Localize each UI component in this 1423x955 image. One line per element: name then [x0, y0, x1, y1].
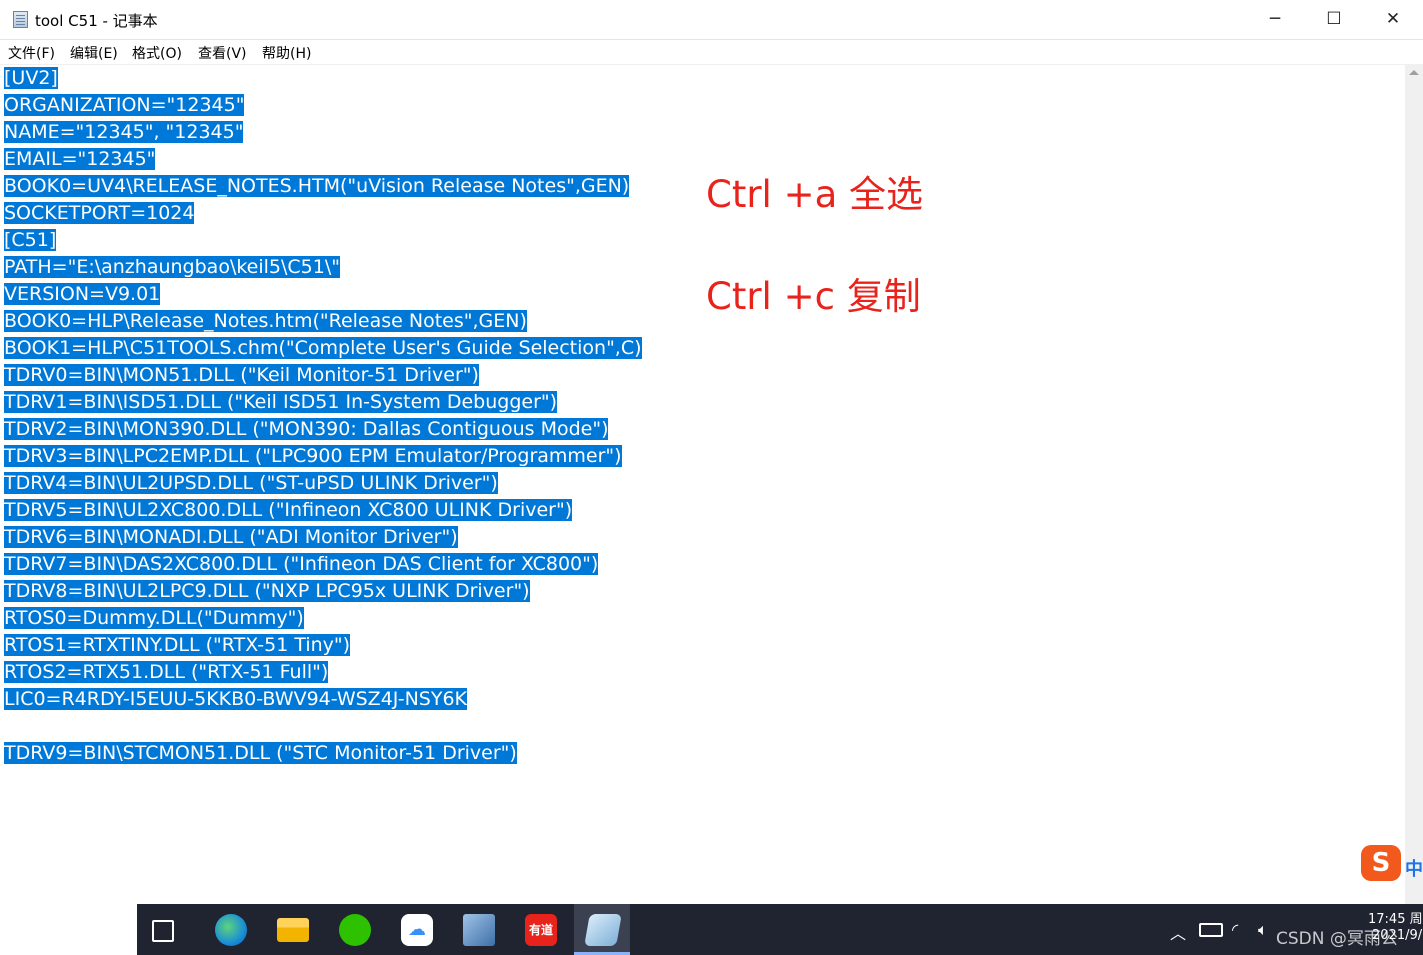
text-line[interactable]: TDRV8=BIN\UL2LPC9.DLL ("NXP LPC95x ULINK… [4, 578, 530, 605]
selected-text[interactable]: TDRV1=BIN\ISD51.DLL ("Keil ISD51 In-Syst… [4, 391, 558, 413]
selected-text[interactable]: ORGANIZATION="12345" [4, 94, 245, 116]
selected-text[interactable]: TDRV6=BIN\MONADI.DLL ("ADI Monitor Drive… [4, 526, 458, 548]
sogou-ime-icon[interactable]: S [1361, 845, 1401, 881]
selected-text[interactable]: RTOS1=RTXTINY.DLL ("RTX-51 Tiny") [4, 634, 351, 656]
menu-file[interactable]: 文件(F) [8, 43, 55, 63]
window-title: tool C51 - 记事本 [35, 12, 158, 30]
text-line[interactable]: PATH="E:\anzhaungbao\keil5\C51\" [4, 254, 340, 281]
menu-help[interactable]: 帮助(H) [262, 43, 311, 63]
menu-view[interactable]: 查看(V) [198, 43, 247, 63]
text-line[interactable]: TDRV6=BIN\MONADI.DLL ("ADI Monitor Drive… [4, 524, 458, 551]
vertical-scrollbar[interactable] [1405, 64, 1423, 904]
text-line[interactable]: BOOK0=UV4\RELEASE_NOTES.HTM("uVision Rel… [4, 173, 630, 200]
selected-text[interactable]: TDRV7=BIN\DAS2XC800.DLL ("Infineon DAS C… [4, 553, 599, 575]
selected-text[interactable]: [UV2] [4, 67, 58, 89]
menu-format[interactable]: 格式(O) [132, 43, 182, 63]
wifi-icon[interactable]: ◜ [1232, 920, 1238, 939]
baidu-netdisk-icon[interactable]: ☁ [401, 914, 433, 946]
text-line[interactable]: BOOK1=HLP\C51TOOLS.chm("Complete User's … [4, 335, 642, 362]
taskbar-search-area [0, 904, 137, 955]
selected-text[interactable]: VERSION=V9.01 [4, 283, 161, 305]
battery-icon[interactable] [1199, 923, 1223, 937]
text-line[interactable]: [C51] [4, 227, 57, 254]
selected-text[interactable]: TDRV9=BIN\STCMON51.DLL ("STC Monitor-51 … [4, 742, 517, 764]
maximize-button[interactable]: ☐ [1305, 0, 1363, 39]
selected-text[interactable]: TDRV3=BIN\LPC2EMP.DLL ("LPC900 EPM Emula… [4, 445, 622, 467]
text-line[interactable]: VERSION=V9.01 [4, 281, 161, 308]
scroll-up-icon[interactable] [1409, 70, 1419, 75]
selected-text[interactable]: NAME="12345", "12345" [4, 121, 244, 143]
text-line[interactable]: RTOS2=RTX51.DLL ("RTX-51 Full") [4, 659, 329, 686]
selected-text[interactable]: TDRV2=BIN\MON390.DLL ("MON390: Dallas Co… [4, 418, 609, 440]
ime-mode-indicator[interactable]: 中 [1405, 855, 1423, 881]
task-view-icon[interactable] [152, 920, 174, 942]
text-line[interactable]: EMAIL="12345" [4, 146, 156, 173]
selected-text[interactable]: BOOK1=HLP\C51TOOLS.chm("Complete User's … [4, 337, 642, 359]
selected-text[interactable]: TDRV8=BIN\UL2LPC9.DLL ("NXP LPC95x ULINK… [4, 580, 530, 602]
text-line[interactable]: TDRV1=BIN\ISD51.DLL ("Keil ISD51 In-Syst… [4, 389, 558, 416]
selected-text[interactable]: RTOS2=RTX51.DLL ("RTX-51 Full") [4, 661, 329, 683]
selected-text[interactable]: [C51] [4, 229, 57, 251]
selected-text[interactable]: TDRV4=BIN\UL2UPSD.DLL ("ST-uPSD ULINK Dr… [4, 472, 498, 494]
text-line[interactable]: LIC0=R4RDY-I5EUU-5KKB0-BWV94-WSZ4J-NSY6K [4, 686, 467, 713]
text-line[interactable]: TDRV0=BIN\MON51.DLL ("Keil Monitor-51 Dr… [4, 362, 479, 389]
text-line[interactable]: RTOS0=Dummy.DLL("Dummy") [4, 605, 304, 632]
selected-text[interactable]: PATH="E:\anzhaungbao\keil5\C51\" [4, 256, 340, 278]
selected-text[interactable]: EMAIL="12345" [4, 148, 156, 170]
selected-text[interactable]: BOOK0=UV4\RELEASE_NOTES.HTM("uVision Rel… [4, 175, 630, 197]
selected-text[interactable]: SOCKETPORT=1024 [4, 202, 195, 224]
title-bar: tool C51 - 记事本 ─ ☐ ✕ [0, 0, 1423, 40]
selected-text[interactable]: BOOK0=HLP\Release_Notes.htm("Release Not… [4, 310, 527, 332]
notepad-icon [13, 11, 28, 28]
text-line[interactable]: RTOS1=RTXTINY.DLL ("RTX-51 Tiny") [4, 632, 351, 659]
text-line[interactable]: TDRV2=BIN\MON390.DLL ("MON390: Dallas Co… [4, 416, 609, 443]
text-line[interactable]: NAME="12345", "12345" [4, 119, 244, 146]
clock-time[interactable]: 17:45 周 [1368, 908, 1423, 927]
text-line[interactable]: TDRV3=BIN\LPC2EMP.DLL ("LPC900 EPM Emula… [4, 443, 622, 470]
text-line[interactable]: [UV2] [4, 65, 58, 92]
youdao-icon[interactable]: 有道 [525, 914, 557, 946]
close-button[interactable]: ✕ [1364, 0, 1422, 39]
menu-bar: 文件(F) 编辑(E) 格式(O) 查看(V) 帮助(H) [0, 40, 1423, 64]
selected-text[interactable]: TDRV5=BIN\UL2XC800.DLL ("Infineon XC800 … [4, 499, 573, 521]
text-line[interactable]: TDRV9=BIN\STCMON51.DLL ("STC Monitor-51 … [4, 740, 517, 767]
volume-icon[interactable]: 🔈︎ [1258, 920, 1268, 940]
text-line[interactable]: ORGANIZATION="12345" [4, 92, 245, 119]
menu-edit[interactable]: 编辑(E) [70, 43, 118, 63]
selected-text[interactable]: LIC0=R4RDY-I5EUU-5KKB0-BWV94-WSZ4J-NSY6K [4, 688, 467, 710]
selected-text[interactable]: RTOS0=Dummy.DLL("Dummy") [4, 607, 304, 629]
edge-icon[interactable] [215, 914, 247, 946]
file-explorer-icon[interactable] [277, 918, 309, 942]
select-all-annotation: Ctrl +a 全选 [706, 173, 924, 216]
clock-date[interactable]: 2021/9/ [1372, 928, 1422, 943]
text-line[interactable]: SOCKETPORT=1024 [4, 200, 195, 227]
selected-text[interactable]: TDRV0=BIN\MON51.DLL ("Keil Monitor-51 Dr… [4, 364, 479, 386]
notepad-taskbar-icon[interactable] [584, 914, 622, 946]
wechat-icon[interactable] [339, 914, 371, 946]
minimize-button[interactable]: ─ [1246, 0, 1304, 39]
tool-app-icon[interactable] [463, 914, 495, 946]
taskbar: ☁ 有道 ︿ ◜ 🔈︎ [0, 904, 1423, 955]
text-line[interactable]: BOOK0=HLP\Release_Notes.htm("Release Not… [4, 308, 527, 335]
copy-annotation: Ctrl +c 复制 [706, 275, 921, 318]
text-line[interactable]: TDRV7=BIN\DAS2XC800.DLL ("Infineon DAS C… [4, 551, 599, 578]
tray-expand-icon[interactable]: ︿ [1170, 920, 1186, 944]
text-line[interactable]: TDRV4=BIN\UL2UPSD.DLL ("ST-uPSD ULINK Dr… [4, 470, 498, 497]
text-line[interactable]: TDRV5=BIN\UL2XC800.DLL ("Infineon XC800 … [4, 497, 573, 524]
text-editor[interactable]: [UV2] ORGANIZATION="12345" NAME="12345", "… [0, 64, 1405, 905]
